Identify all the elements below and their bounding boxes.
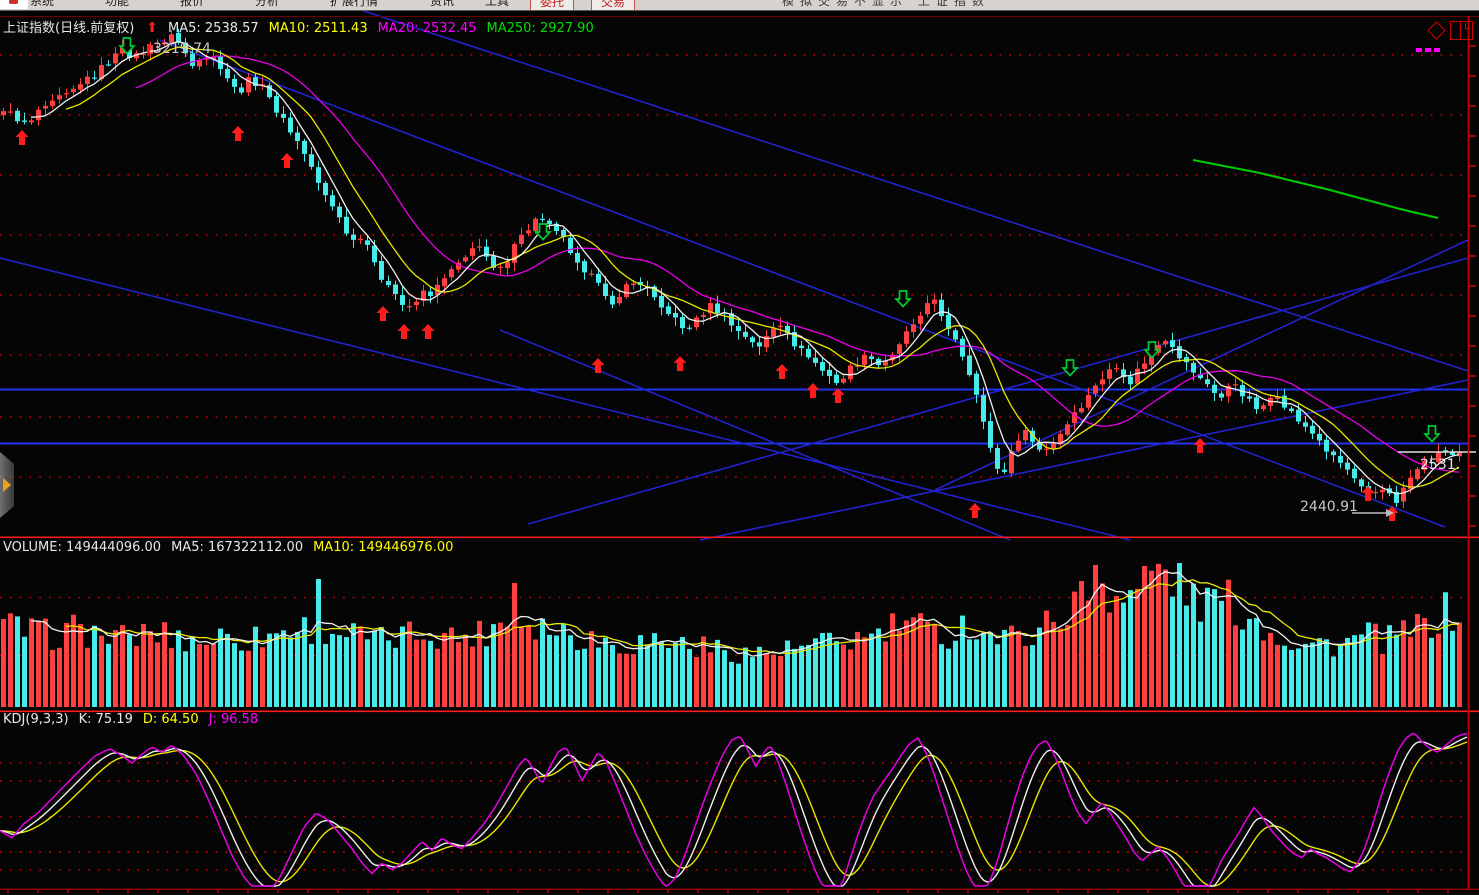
- ma250-line: [1193, 160, 1438, 218]
- volume-bars-layer[interactable]: [1, 563, 1462, 707]
- menu-item-4[interactable]: 扩展行情: [330, 0, 378, 9]
- low-price-label: 2440.91: [1300, 499, 1358, 515]
- menu-item-3[interactable]: 分析: [255, 0, 279, 9]
- last-price-label: 2531.: [1420, 457, 1460, 473]
- kdj-j-value: J: 96.58: [209, 712, 259, 727]
- menu-item-1[interactable]: 功能: [105, 0, 129, 9]
- ma20-value: MA20: 2532.45: [378, 21, 477, 36]
- ma250-value: MA250: 2927.90: [487, 21, 594, 36]
- chart-corner-icons: [1412, 20, 1478, 46]
- volume-ma5-value: MA5: 167322112.00: [171, 540, 303, 555]
- ma10-value: MA10: 2511.43: [269, 21, 368, 36]
- main-chart-header: 上证指数(日线.前复权) ⬆ MA5: 2538.57 MA10: 2511.43 MA…: [3, 17, 604, 36]
- menu-item-6[interactable]: 工具: [485, 0, 509, 9]
- panel-separators: [0, 16, 1479, 890]
- kdj-lines-layer: [0, 733, 1467, 886]
- menu-item-2[interactable]: 报价: [180, 0, 204, 9]
- kdj-d-value: D: 64.50: [143, 712, 199, 727]
- volume-ma10-value: MA10: 149446976.00: [313, 540, 453, 555]
- chart-canvas[interactable]: [0, 0, 1479, 895]
- menu-status-text: 模拟交易不显示 上证指数: [782, 0, 990, 9]
- trend-up-icon: ⬆: [146, 20, 158, 36]
- kdj-k-value: K: 75.19: [79, 712, 133, 727]
- menu-item-0[interactable]: 系统: [30, 0, 54, 9]
- menu-item-5[interactable]: 资讯: [430, 0, 454, 9]
- menu-bar: 系统 功能 报价 分析 扩展行情 资讯 工具 委托 交易 模拟交易不显示 上证指…: [0, 0, 1479, 11]
- candles-layer[interactable]: [1, 29, 1462, 508]
- ma5-value: MA5: 2538.57: [168, 21, 259, 36]
- annotation-lines: [147, 44, 1476, 517]
- kdj-label: KDJ(9,3,3): [3, 712, 69, 727]
- volume-value: VOLUME: 149444096.00: [3, 540, 161, 555]
- order-entry-button[interactable]: 委托: [530, 0, 574, 11]
- expand-arrow-icon: [3, 478, 11, 492]
- page-view-icon[interactable]: [1450, 21, 1473, 40]
- app-logo: [0, 0, 28, 9]
- high-price-label: 3219.74: [153, 41, 211, 57]
- kdj-header: KDJ(9,3,3) K: 75.19 D: 64.50 J: 96.58: [3, 712, 268, 727]
- volume-header: VOLUME: 149444096.00 MA5: 167322112.00 MA1…: [3, 540, 463, 555]
- main-gridlines: [0, 55, 1468, 870]
- more-options-icon[interactable]: [1416, 37, 1443, 56]
- trading-app-window: 系统 功能 报价 分析 扩展行情 资讯 工具 委托 交易 模拟交易不显示 上证指…: [0, 0, 1479, 895]
- trade-button[interactable]: 交易: [591, 0, 635, 11]
- chart-title: 上证指数(日线.前复权): [3, 21, 134, 36]
- signal-arrows-layer: [16, 38, 1440, 521]
- trendlines-layer[interactable]: [0, 0, 1468, 540]
